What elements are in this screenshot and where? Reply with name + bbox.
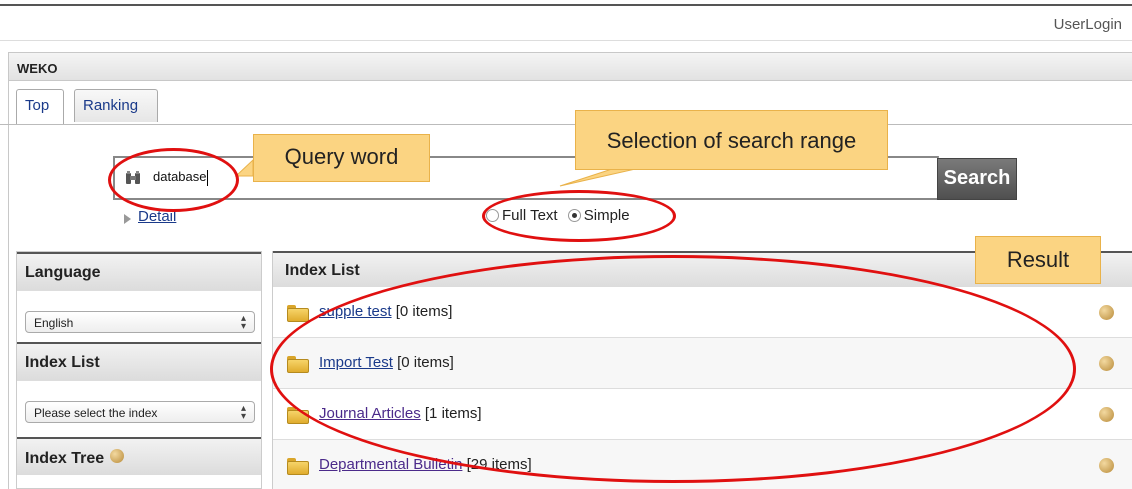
highlight-range-ring: [482, 190, 676, 242]
callout-query-word: Query word: [253, 134, 430, 182]
highlight-result-ring: [270, 255, 1076, 483]
callout-search-range: Selection of search range: [575, 110, 888, 170]
callout-result: Result: [975, 236, 1101, 284]
page-root: UserLogin WEKO Top Ranking database Sear…: [0, 0, 1132, 489]
highlight-query-ring: [108, 148, 239, 212]
